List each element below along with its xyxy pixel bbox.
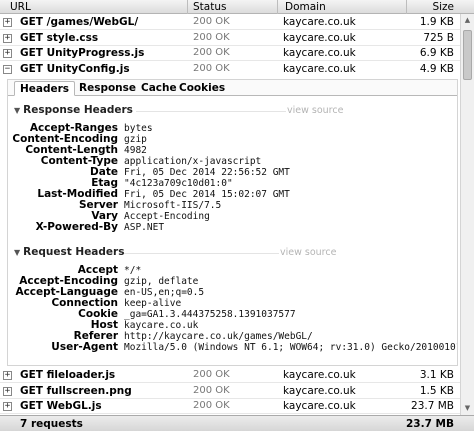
header-value: gzip, deflate [124, 276, 199, 287]
divider [124, 253, 279, 254]
request-size: 23.7 MB [411, 400, 454, 412]
request-url: GET UnityConfig.js [20, 63, 130, 75]
expand-icon[interactable]: + [3, 402, 12, 411]
request-row[interactable]: + GET /games/WebGL/ 200 OK kaycare.co.uk… [0, 15, 460, 30]
request-status: 200 OK [193, 32, 230, 43]
header-name: X-Powered-By [35, 221, 118, 233]
header-name: User-Agent [51, 341, 118, 353]
request-domain: kaycare.co.uk [283, 400, 356, 412]
total-size: 23.7 MB [405, 418, 454, 430]
header-value: en-US,en;q=0.5 [124, 287, 205, 298]
request-domain: kaycare.co.uk [283, 369, 356, 381]
request-size: 6.9 KB [419, 47, 454, 59]
column-separator[interactable] [187, 0, 188, 14]
request-url: GET /games/WebGL/ [20, 16, 139, 28]
request-domain: kaycare.co.uk [283, 63, 356, 75]
request-size: 725 B [423, 32, 454, 44]
tab-headers[interactable]: Headers [14, 81, 76, 96]
header-value: Fri, 05 Dec 2014 15:02:07 GMT [124, 189, 290, 200]
request-row-expanded[interactable]: − GET UnityConfig.js 200 OK kaycare.co.u… [0, 62, 460, 77]
request-url: GET fileloader.js [20, 369, 116, 381]
request-size: 1.9 KB [419, 16, 454, 28]
column-size[interactable]: Size [432, 1, 454, 13]
header-value: application/x-javascript [124, 156, 262, 167]
column-status[interactable]: Status [193, 1, 226, 13]
request-status: 200 OK [193, 47, 230, 58]
collapse-triangle-icon[interactable]: ▼ [14, 106, 20, 115]
column-domain[interactable]: Domain [285, 1, 326, 13]
detail-tabs: Headers Response Cache Cookies [8, 80, 457, 96]
header-value: http://kaycare.co.uk/games/WebGL/ [124, 331, 313, 342]
collapse-icon[interactable]: − [3, 65, 12, 74]
expand-icon[interactable]: + [3, 371, 12, 380]
request-domain: kaycare.co.uk [283, 32, 356, 44]
header-value: ASP.NET [124, 222, 165, 233]
header-value: Fri, 05 Dec 2014 22:56:52 GMT [124, 167, 290, 178]
column-header: URL Status Domain Size [0, 0, 474, 14]
request-status: 200 OK [193, 369, 230, 380]
request-domain: kaycare.co.uk [283, 47, 356, 59]
expand-icon[interactable]: + [3, 49, 12, 58]
header-value: _ga=GA1.3.444375258.1391037577 [124, 309, 296, 320]
request-row[interactable]: + GET style.css 200 OK kaycare.co.uk 725… [0, 31, 460, 46]
header-value: kaycare.co.uk [124, 320, 199, 331]
scroll-up-arrow-icon[interactable]: ▲ [463, 16, 472, 25]
column-separator[interactable] [277, 0, 278, 14]
column-url[interactable]: URL [10, 1, 31, 13]
collapse-triangle-icon[interactable]: ▼ [14, 248, 20, 257]
request-url: GET style.css [20, 32, 99, 44]
scroll-down-arrow-icon[interactable]: ▼ [463, 404, 472, 413]
header-value: Mozilla/5.0 (Windows NT 6.1; WOW64; rv:3… [124, 342, 458, 353]
request-status: 200 OK [193, 400, 230, 411]
request-status: 200 OK [193, 16, 230, 27]
expand-icon[interactable]: + [3, 387, 12, 396]
tab-cookies[interactable]: Cookies [174, 81, 230, 96]
summary-footer: 7 requests 23.7 MB [0, 415, 474, 431]
column-separator[interactable] [406, 0, 407, 14]
request-url: GET WebGL.js [20, 400, 102, 412]
response-view-source-link[interactable]: view source [287, 105, 343, 116]
request-row[interactable]: + GET fileloader.js 200 OK kaycare.co.uk… [0, 368, 460, 383]
request-row[interactable]: + GET UnityProgress.js 200 OK kaycare.co… [0, 46, 460, 61]
header-value: bytes [124, 123, 153, 134]
request-row[interactable]: + GET WebGL.js 200 OK kaycare.co.uk 23.7… [0, 399, 460, 414]
header-value: */* [124, 265, 142, 276]
expand-icon[interactable]: + [3, 34, 12, 43]
header-value: Microsoft-IIS/7.5 [124, 200, 222, 211]
request-headers-title[interactable]: ▼ Request Headers [14, 246, 124, 258]
header-value: keep-alive [124, 298, 182, 309]
header-value: 4982 [124, 145, 147, 156]
request-row[interactable]: + GET fullscreen.png 200 OK kaycare.co.u… [0, 384, 460, 399]
request-url: GET UnityProgress.js [20, 47, 145, 59]
request-domain: kaycare.co.uk [283, 385, 356, 397]
request-status: 200 OK [193, 385, 230, 396]
request-domain: kaycare.co.uk [283, 16, 356, 28]
request-size: 4.9 KB [419, 63, 454, 75]
vertical-scrollbar[interactable]: ▲ ▼ [460, 14, 474, 415]
request-status: 200 OK [193, 63, 230, 74]
request-url: GET fullscreen.png [20, 385, 132, 397]
request-view-source-link[interactable]: view source [280, 247, 336, 258]
header-value: Accept-Encoding [124, 211, 210, 222]
expand-icon[interactable]: + [3, 18, 12, 27]
response-headers-title[interactable]: ▼ Response Headers [14, 104, 133, 116]
request-size: 3.1 KB [419, 369, 454, 381]
request-size: 1.5 KB [419, 385, 454, 397]
header-value: "4c123a709c10d01:0" [124, 178, 233, 189]
request-count: 7 requests [20, 418, 83, 430]
request-detail-panel: Headers Response Cache Cookies ▼ Response… [7, 79, 458, 366]
header-value: gzip [124, 134, 147, 145]
tab-response[interactable]: Response [74, 81, 141, 96]
divider [136, 111, 286, 112]
scrollbar-thumb[interactable] [463, 30, 472, 80]
